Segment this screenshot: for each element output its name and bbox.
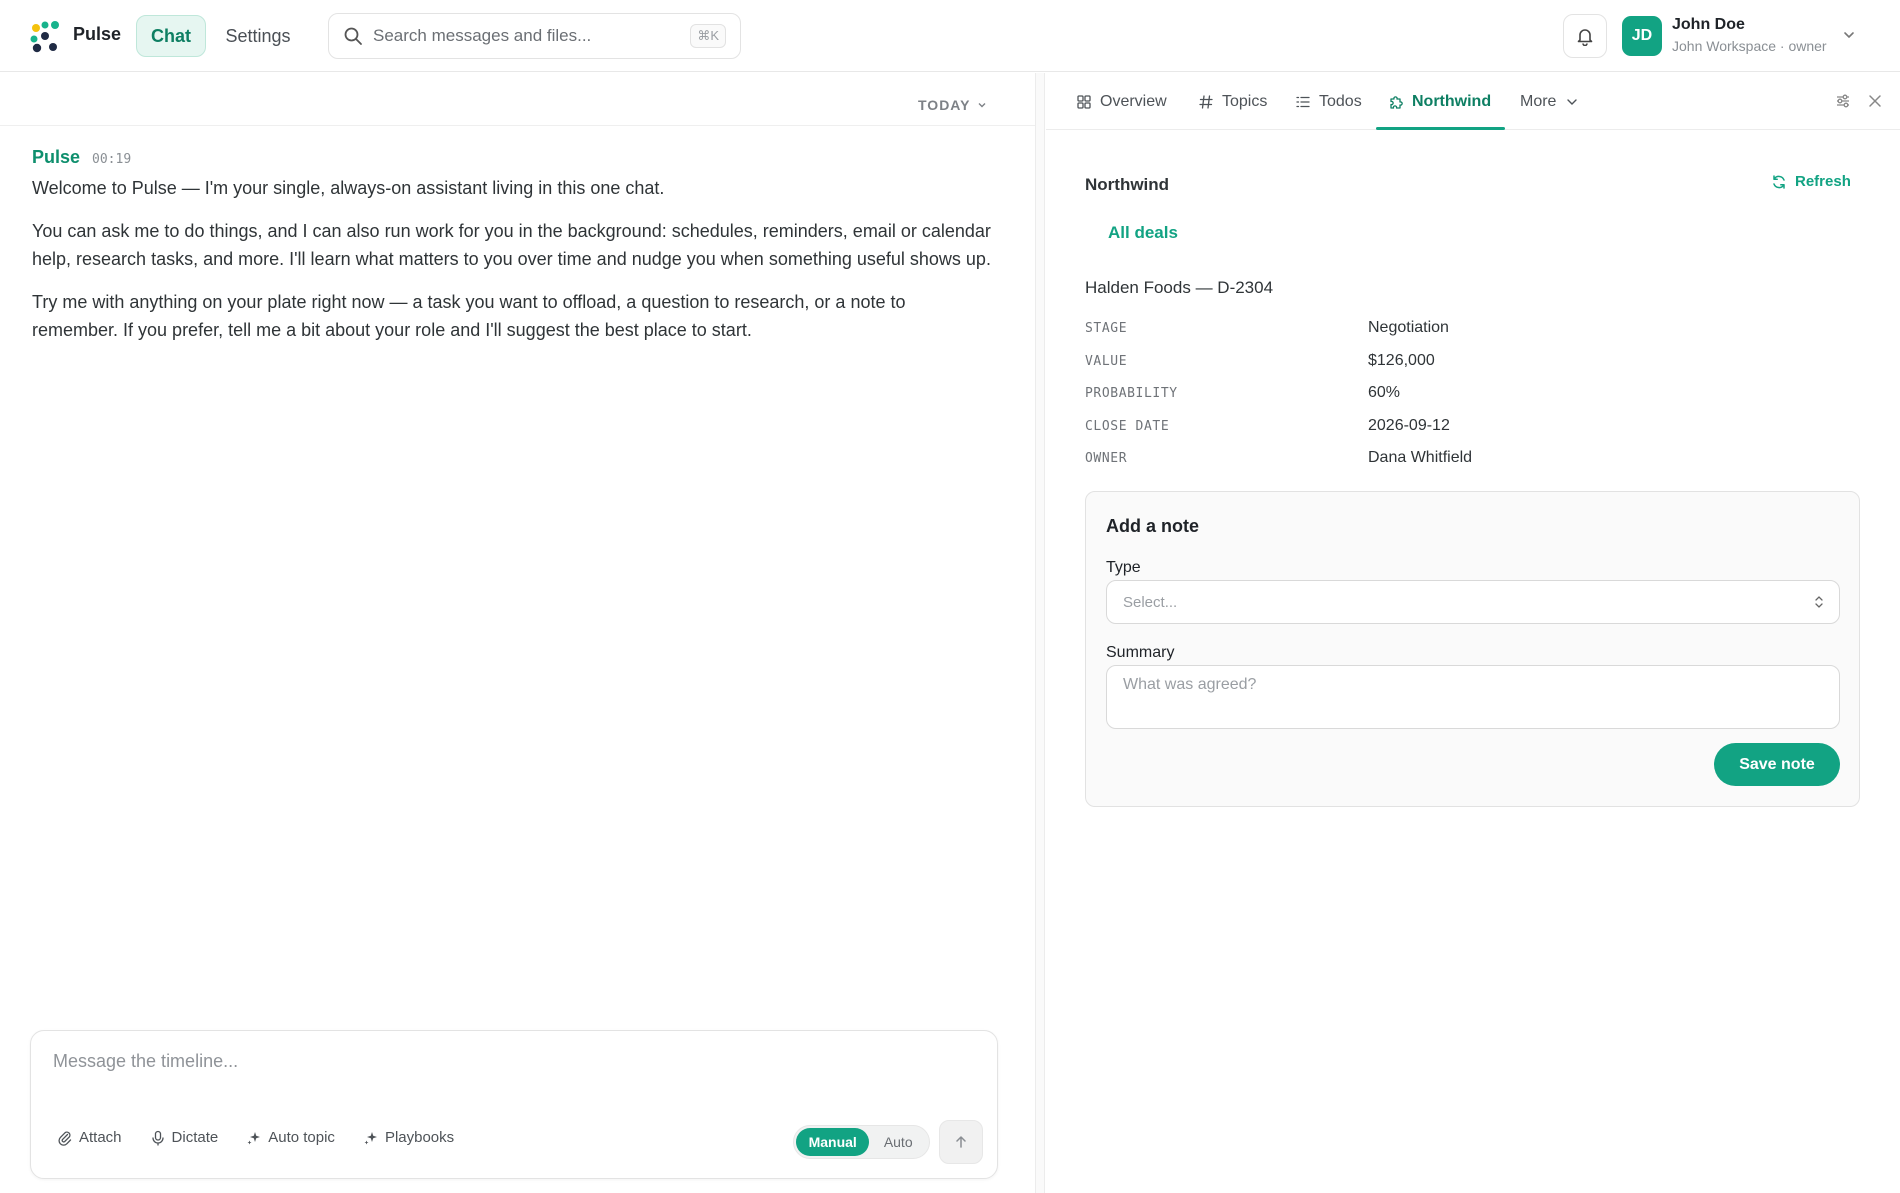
pane-resize-handle[interactable] bbox=[1035, 73, 1045, 1193]
refresh-label: Refresh bbox=[1795, 173, 1851, 190]
tab-topics[interactable]: Topics bbox=[1198, 73, 1267, 130]
field-owner: OWNER Dana Whitfield bbox=[1085, 443, 1865, 476]
sliders-icon[interactable] bbox=[1834, 92, 1852, 110]
tab-label: Todos bbox=[1319, 92, 1362, 110]
type-label: Type bbox=[1106, 559, 1141, 576]
field-value: VALUE $126,000 bbox=[1085, 346, 1865, 379]
tab-northwind[interactable]: Northwind bbox=[1388, 73, 1491, 130]
sparkle-icon bbox=[364, 1131, 377, 1144]
panel-controls bbox=[1834, 92, 1884, 110]
tab-label: Northwind bbox=[1412, 92, 1492, 110]
note-card-title: Add a note bbox=[1106, 516, 1199, 536]
mode-toggle: Manual Auto bbox=[793, 1125, 930, 1159]
type-select-placeholder: Select... bbox=[1123, 593, 1178, 611]
nav-settings-tab[interactable]: Settings bbox=[218, 15, 298, 57]
refresh-icon bbox=[1773, 174, 1785, 189]
message: Pulse 00:19 Welcome to Pulse — I'm your … bbox=[32, 147, 992, 344]
deal-fields: STAGE Negotiation VALUE $126,000 PROBABI… bbox=[1085, 313, 1865, 476]
search-bar[interactable]: ⌘K bbox=[328, 13, 741, 59]
field-value: $126,000 bbox=[1368, 351, 1435, 369]
paperclip-icon bbox=[58, 1130, 72, 1146]
summary-input[interactable] bbox=[1106, 665, 1840, 729]
message-input[interactable] bbox=[53, 1051, 973, 1091]
chevron-down-icon bbox=[978, 103, 986, 108]
active-tab-indicator bbox=[1376, 127, 1505, 130]
user-workspace: John Workspace · owner bbox=[1672, 38, 1827, 54]
send-button[interactable] bbox=[939, 1120, 983, 1164]
bell-icon bbox=[1577, 29, 1593, 46]
microphone-icon bbox=[151, 1130, 164, 1146]
sparkle-icon bbox=[247, 1131, 261, 1144]
mode-manual-option[interactable]: Manual bbox=[796, 1128, 870, 1156]
attach-button[interactable]: Attach bbox=[57, 1129, 122, 1146]
grid-icon bbox=[1077, 94, 1091, 109]
summary-label: Summary bbox=[1106, 644, 1175, 661]
tab-more[interactable]: More bbox=[1520, 73, 1580, 130]
chevron-down-icon[interactable] bbox=[1840, 26, 1858, 44]
arrow-up-icon bbox=[956, 1136, 966, 1148]
type-select[interactable]: Select... bbox=[1106, 580, 1840, 624]
field-value: Dana Whitfield bbox=[1368, 449, 1473, 466]
auto-topic-button[interactable]: Auto topic bbox=[246, 1129, 335, 1146]
search-input[interactable] bbox=[373, 26, 691, 46]
field-label: VALUE bbox=[1085, 353, 1128, 369]
avatar[interactable]: JD bbox=[1622, 16, 1662, 56]
divider bbox=[0, 125, 1035, 126]
attach-label: Attach bbox=[79, 1129, 122, 1146]
field-label: CLOSE DATE bbox=[1085, 418, 1170, 434]
playbooks-button[interactable]: Playbooks bbox=[363, 1129, 454, 1146]
puzzle-icon bbox=[1390, 95, 1403, 109]
list-icon bbox=[1296, 96, 1310, 107]
field-probability: PROBABILITY 60% bbox=[1085, 378, 1865, 411]
tab-todos[interactable]: Todos bbox=[1295, 73, 1362, 130]
tab-label: Overview bbox=[1100, 92, 1167, 110]
message-author: Pulse bbox=[32, 147, 81, 167]
side-panel: Overview Topics Todos Northwind More Nor… bbox=[1046, 73, 1900, 1193]
hash-icon bbox=[1199, 94, 1213, 109]
message-composer: Attach Dictate Auto topic Playbooks Manu… bbox=[30, 1030, 998, 1179]
field-label: PROBABILITY bbox=[1085, 386, 1178, 401]
timeline-pane: TODAY Pulse 00:19 Welcome to Pulse — I'm… bbox=[0, 73, 1035, 1193]
field-value: 60% bbox=[1368, 384, 1401, 401]
chevron-down-icon bbox=[1567, 98, 1578, 105]
brand-name: Pulse bbox=[73, 24, 122, 44]
add-note-card: Add a note Type Select... Summary Save n… bbox=[1085, 491, 1860, 807]
field-label: STAGE bbox=[1085, 321, 1128, 336]
nav-chat-tab[interactable]: Chat bbox=[136, 15, 206, 57]
playbooks-label: Playbooks bbox=[384, 1129, 455, 1146]
deal-name: Halden Foods — D-2304 bbox=[1085, 278, 1274, 297]
message-paragraph: Try me with anything on your plate right… bbox=[32, 292, 906, 340]
tab-label: Topics bbox=[1222, 92, 1268, 110]
panel-title: Northwind bbox=[1085, 175, 1170, 194]
auto-topic-label: Auto topic bbox=[268, 1129, 335, 1146]
tab-label: More bbox=[1520, 92, 1557, 110]
search-icon bbox=[344, 27, 362, 45]
message-time: 00:19 bbox=[92, 152, 132, 167]
search-shortcut-badge: ⌘K bbox=[690, 24, 726, 48]
field-value: Negotiation bbox=[1368, 319, 1449, 336]
composer-tools: Attach Dictate Auto topic Playbooks bbox=[57, 1129, 454, 1146]
dictate-label: Dictate bbox=[171, 1129, 219, 1146]
field-value: 2026-09-12 bbox=[1368, 416, 1450, 434]
message-paragraph: Welcome to Pulse — I'm your single, alwa… bbox=[32, 178, 665, 198]
field-stage: STAGE Negotiation bbox=[1085, 313, 1865, 346]
notifications-button[interactable] bbox=[1563, 14, 1607, 58]
panel-tabs: Overview Topics Todos Northwind More bbox=[1046, 73, 1900, 130]
dictate-button[interactable]: Dictate bbox=[150, 1129, 219, 1146]
close-icon[interactable] bbox=[1866, 92, 1884, 110]
field-close-date: CLOSE DATE 2026-09-12 bbox=[1085, 411, 1865, 444]
date-filter-dropdown[interactable]: TODAY bbox=[918, 97, 988, 113]
date-filter-label: TODAY bbox=[918, 97, 971, 113]
top-bar: Pulse Chat Settings ⌘K JD John Doe John … bbox=[0, 0, 1900, 72]
chevron-up-down-icon bbox=[1815, 596, 1823, 608]
mode-auto-option[interactable]: Auto bbox=[869, 1128, 927, 1156]
tab-overview[interactable]: Overview bbox=[1076, 73, 1167, 130]
all-deals-link[interactable]: All deals bbox=[1108, 223, 1178, 243]
field-label: OWNER bbox=[1085, 451, 1128, 466]
pulse-logo-icon[interactable] bbox=[28, 19, 62, 53]
user-name[interactable]: John Doe bbox=[1672, 16, 1745, 34]
save-note-button[interactable]: Save note bbox=[1714, 743, 1840, 786]
message-paragraph: You can ask me to do things, and I can a… bbox=[32, 221, 991, 269]
refresh-button[interactable]: Refresh bbox=[1771, 173, 1851, 190]
